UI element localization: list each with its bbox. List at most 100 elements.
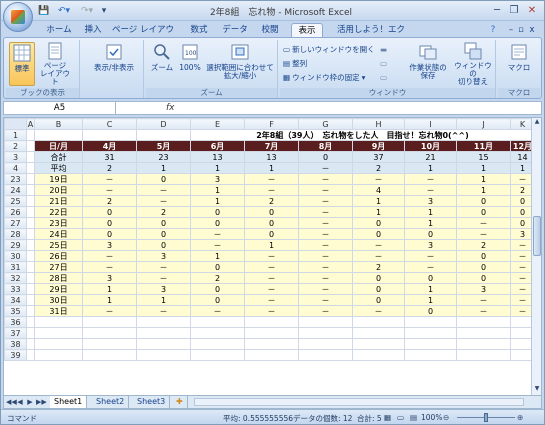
- tab-page-layout[interactable]: ページ レイアウト: [111, 23, 175, 50]
- row-header[interactable]: 4: [4, 162, 27, 174]
- column-header[interactable]: G: [298, 118, 353, 130]
- cell[interactable]: [26, 305, 35, 317]
- value-cell[interactable]: 3: [136, 250, 191, 262]
- status-zoom[interactable]: 100%: [421, 413, 442, 422]
- value-cell[interactable]: 2: [244, 195, 299, 207]
- column-header[interactable]: C: [82, 118, 137, 130]
- day-label-cell[interactable]: 19日: [34, 173, 83, 185]
- value-cell[interactable]: 3: [82, 272, 137, 284]
- value-cell[interactable]: －: [244, 261, 299, 273]
- month-header-cell[interactable]: 7月: [244, 140, 299, 152]
- help-icon[interactable]: ?: [487, 23, 499, 38]
- normal-view-icon-status[interactable]: ▦: [384, 413, 391, 422]
- value-cell[interactable]: －: [136, 305, 191, 317]
- vertical-scrollbar[interactable]: ▲ ▼: [531, 118, 541, 395]
- value-cell[interactable]: －: [82, 250, 137, 262]
- cell[interactable]: [26, 239, 35, 251]
- month-header-cell[interactable]: 6月: [190, 140, 245, 152]
- cell[interactable]: [136, 338, 191, 350]
- minimize-button[interactable]: ─: [489, 3, 505, 17]
- cell[interactable]: [26, 261, 35, 273]
- row-header[interactable]: 39: [4, 349, 27, 361]
- sheet-tab-sheet1[interactable]: Sheet1: [50, 396, 88, 408]
- save-workspace-button[interactable]: 作業状態の 保存: [406, 42, 450, 86]
- ribbon-close-icon[interactable]: x: [527, 23, 537, 38]
- value-cell[interactable]: 3: [404, 195, 457, 207]
- sheet-tab-sheet3[interactable]: Sheet3: [133, 396, 171, 408]
- cell[interactable]: [26, 283, 35, 295]
- cell[interactable]: [26, 294, 35, 306]
- month-header-cell[interactable]: 10月: [404, 140, 457, 152]
- row-header[interactable]: 1: [4, 129, 27, 141]
- cell[interactable]: [136, 129, 191, 141]
- value-cell[interactable]: 0: [190, 294, 245, 306]
- switch-windows-button[interactable]: ウィンドウの 切り替え: [452, 42, 494, 86]
- value-cell[interactable]: 2: [136, 206, 191, 218]
- normal-view-button[interactable]: 標準: [9, 42, 35, 86]
- value-cell[interactable]: 1: [456, 184, 511, 196]
- cell[interactable]: [26, 162, 35, 174]
- value-cell[interactable]: －: [404, 173, 457, 185]
- scroll-thumb[interactable]: [533, 216, 541, 256]
- row-header[interactable]: 3: [4, 151, 27, 163]
- day-label-cell[interactable]: 20日: [34, 184, 83, 196]
- cell[interactable]: [26, 206, 35, 218]
- value-cell[interactable]: －: [352, 305, 405, 317]
- value-cell[interactable]: 1: [136, 162, 191, 174]
- value-cell[interactable]: 13: [244, 151, 299, 163]
- first-sheet-icon[interactable]: ◀◀: [6, 396, 17, 408]
- cell[interactable]: [26, 316, 35, 328]
- value-cell[interactable]: 0: [244, 217, 299, 229]
- name-box[interactable]: A5: [4, 102, 116, 114]
- macro-button[interactable]: マクロ: [502, 42, 536, 86]
- zoom-out-icon[interactable]: ⊖: [443, 413, 449, 422]
- cell[interactable]: [404, 316, 457, 328]
- value-cell[interactable]: 2: [352, 261, 405, 273]
- cell[interactable]: [404, 349, 457, 361]
- value-cell[interactable]: －: [298, 206, 353, 218]
- day-label-cell[interactable]: 31日: [34, 305, 83, 317]
- value-cell[interactable]: 2: [352, 162, 405, 174]
- day-label-cell[interactable]: 28日: [34, 272, 83, 284]
- cell[interactable]: [352, 327, 405, 339]
- month-header-cell[interactable]: 5月: [136, 140, 191, 152]
- value-cell[interactable]: 0: [352, 228, 405, 240]
- value-cell[interactable]: 0: [404, 305, 457, 317]
- value-cell[interactable]: －: [82, 173, 137, 185]
- zoom-to-selection-button[interactable]: 選択範囲に合わせて 拡大/縮小: [204, 42, 276, 86]
- value-cell[interactable]: 1: [352, 195, 405, 207]
- select-all-corner[interactable]: [4, 118, 27, 130]
- page-layout-view-button[interactable]: ページ レイアウト: [39, 42, 71, 86]
- value-cell[interactable]: 21: [404, 151, 457, 163]
- day-label-cell[interactable]: 21日: [34, 195, 83, 207]
- value-cell[interactable]: －: [136, 184, 191, 196]
- value-cell[interactable]: －: [298, 283, 353, 295]
- value-cell[interactable]: －: [190, 305, 245, 317]
- row-header[interactable]: 27: [4, 217, 27, 229]
- value-cell[interactable]: 0: [456, 272, 511, 284]
- value-cell[interactable]: 2: [190, 272, 245, 284]
- worksheet-grid[interactable]: A B C D E F G H I J K 1 2年8組（39人） 忘れ物をした人 目指せ！忘れ物0(^…: [3, 117, 542, 396]
- value-cell[interactable]: －: [136, 261, 191, 273]
- value-cell[interactable]: －: [404, 250, 457, 262]
- tab-home[interactable]: ホーム: [45, 23, 73, 38]
- value-cell[interactable]: －: [244, 184, 299, 196]
- cell[interactable]: [34, 129, 83, 141]
- column-header[interactable]: H: [352, 118, 405, 130]
- cell[interactable]: [34, 327, 83, 339]
- value-cell[interactable]: 0: [456, 195, 511, 207]
- row-header[interactable]: 31: [4, 261, 27, 273]
- formula-input[interactable]: [184, 102, 538, 114]
- cell[interactable]: [82, 338, 137, 350]
- cell[interactable]: [190, 349, 245, 361]
- value-cell[interactable]: 0: [190, 261, 245, 273]
- cell[interactable]: [34, 349, 83, 361]
- value-cell[interactable]: －: [352, 250, 405, 262]
- row-header[interactable]: 25: [4, 195, 27, 207]
- month-header-cell[interactable]: 11月: [456, 140, 511, 152]
- value-cell[interactable]: 0: [456, 206, 511, 218]
- page-layout-icon-status[interactable]: ▭: [397, 413, 404, 422]
- close-button[interactable]: ✕: [524, 3, 540, 17]
- value-cell[interactable]: 1: [352, 206, 405, 218]
- cell[interactable]: [244, 327, 299, 339]
